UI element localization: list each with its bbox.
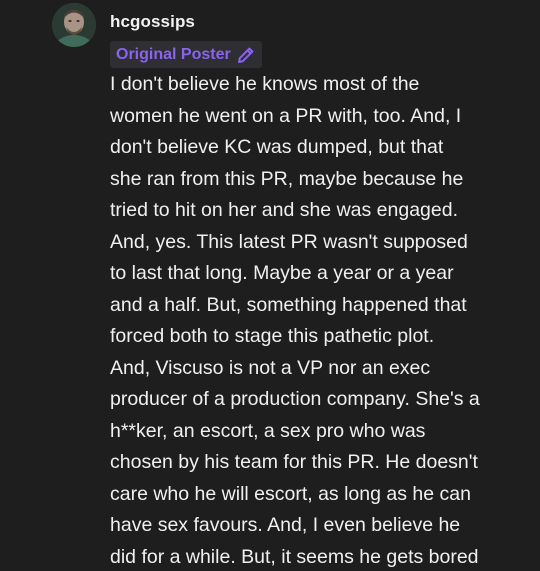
post-body-line: and a half. But, something happened that	[110, 293, 467, 316]
post-container: hcgossips Original Poster I don't believ…	[0, 0, 540, 571]
post-body-line: producer of a production company. She's …	[110, 388, 480, 410]
post-body-line: And, yes. This latest PR wasn't supposed	[110, 230, 468, 253]
original-poster-badge: Original Poster	[110, 41, 262, 68]
post-body-line: don't believe KC was dumped, but that	[110, 136, 444, 158]
post-body-line: forced both to stage this pathetic plot.	[110, 325, 435, 347]
post-body-line: care who he will escort, as long as he c…	[110, 482, 471, 505]
post-body-line: And, Viscuso is not a VP nor an exec	[110, 356, 431, 379]
post-body-line: women he went on a PR with, too. And, I	[110, 104, 462, 127]
post-body-line: h**ker, an escort, a sex pro who was	[110, 419, 426, 442]
post-body-line: she ran from this PR, maybe because he	[110, 167, 464, 190]
username[interactable]: hcgossips	[110, 12, 195, 32]
avatar[interactable]	[52, 3, 96, 47]
post-body-line: have sex favours. And, I even believe he	[110, 514, 461, 536]
post-body-line: did for a while. But, it seems he gets b…	[110, 545, 479, 568]
post-body-line: I don't believe he knows most of the	[110, 73, 420, 95]
original-poster-label: Original Poster	[116, 45, 231, 63]
post-body-line: tried to hit on her and she was engaged.	[110, 199, 458, 221]
post-body-line: chosen by his team for this PR. He doesn…	[110, 451, 478, 473]
post-body-line: to last that long. Maybe a year or a yea…	[110, 262, 454, 284]
pencil-icon	[236, 45, 256, 65]
avatar-image	[52, 3, 96, 47]
post-body: I don't believe he knows most of the wom…	[110, 69, 530, 571]
